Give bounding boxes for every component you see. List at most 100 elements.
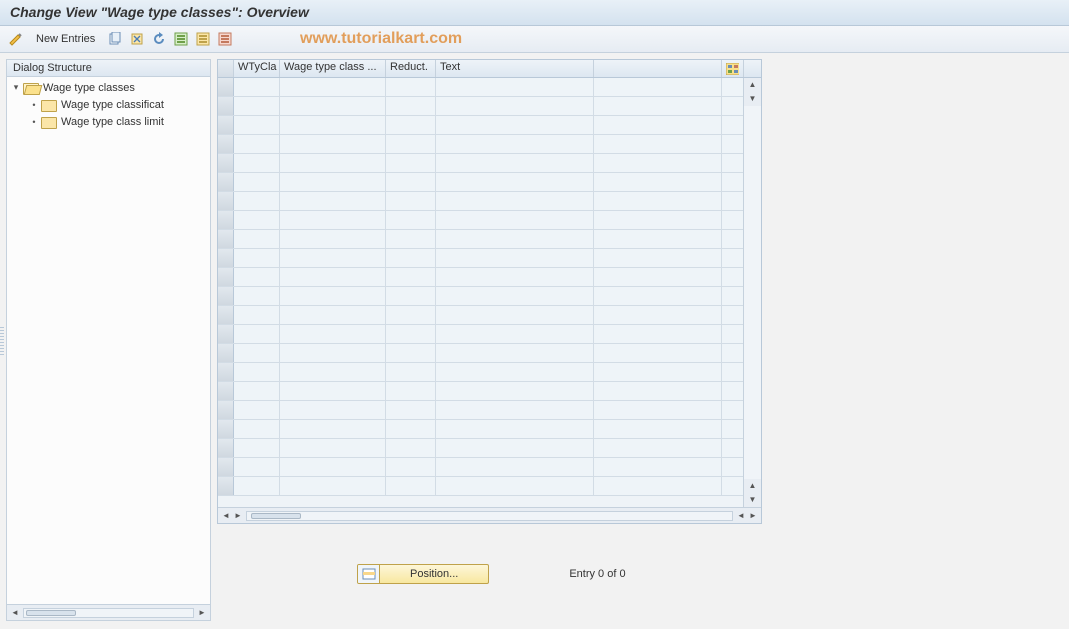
cell[interactable] — [436, 230, 594, 248]
column-header-wage-type-class[interactable]: Wage type class ... — [280, 60, 386, 77]
cell[interactable] — [386, 192, 436, 210]
cell[interactable] — [594, 78, 722, 96]
cell[interactable] — [594, 268, 722, 286]
cell[interactable] — [280, 306, 386, 324]
cell[interactable] — [280, 78, 386, 96]
cell[interactable] — [436, 363, 594, 381]
row-selector[interactable] — [218, 211, 234, 229]
row-selector[interactable] — [218, 173, 234, 191]
tree-node-wage-type-class-limit[interactable]: • Wage type class limit — [7, 113, 210, 130]
cell[interactable] — [386, 268, 436, 286]
row-selector[interactable] — [218, 154, 234, 172]
cell[interactable] — [234, 458, 280, 476]
cell[interactable] — [386, 287, 436, 305]
splitter-handle[interactable] — [0, 55, 4, 629]
cell[interactable] — [436, 439, 594, 457]
cell[interactable] — [280, 135, 386, 153]
cell[interactable] — [280, 287, 386, 305]
cell[interactable] — [386, 363, 436, 381]
table-row[interactable] — [218, 173, 761, 192]
cell[interactable] — [594, 192, 722, 210]
cell[interactable] — [594, 306, 722, 324]
cell[interactable] — [386, 344, 436, 362]
toggle-display-change-icon[interactable] — [6, 29, 26, 49]
row-selector[interactable] — [218, 401, 234, 419]
cell[interactable] — [280, 173, 386, 191]
cell[interactable] — [594, 287, 722, 305]
cell[interactable] — [386, 420, 436, 438]
table-row[interactable] — [218, 363, 761, 382]
scroll-right-end-icon[interactable]: ► — [747, 510, 759, 522]
cell[interactable] — [280, 325, 386, 343]
cell[interactable] — [594, 477, 722, 495]
table-row[interactable] — [218, 135, 761, 154]
scroll-down-end-icon[interactable]: ▼ — [744, 493, 761, 507]
cell[interactable] — [280, 401, 386, 419]
cell[interactable] — [280, 97, 386, 115]
scroll-down-icon[interactable]: ▼ — [744, 92, 761, 106]
cell[interactable] — [386, 154, 436, 172]
cell[interactable] — [594, 211, 722, 229]
cell[interactable] — [280, 211, 386, 229]
table-config-icon[interactable] — [722, 60, 744, 77]
tree-node-wage-type-classificat[interactable]: • Wage type classificat — [7, 96, 210, 113]
cell[interactable] — [386, 211, 436, 229]
cell[interactable] — [234, 154, 280, 172]
cell[interactable] — [234, 382, 280, 400]
table-row[interactable] — [218, 154, 761, 173]
row-selector[interactable] — [218, 268, 234, 286]
cell[interactable] — [234, 477, 280, 495]
row-selector[interactable] — [218, 325, 234, 343]
table-row[interactable] — [218, 439, 761, 458]
scroll-left-end-icon[interactable]: ◄ — [735, 510, 747, 522]
row-selector[interactable] — [218, 458, 234, 476]
cell[interactable] — [280, 116, 386, 134]
scroll-right-icon[interactable]: ► — [232, 510, 244, 522]
cell[interactable] — [436, 344, 594, 362]
row-selector[interactable] — [218, 192, 234, 210]
cell[interactable] — [436, 116, 594, 134]
row-selector[interactable] — [218, 230, 234, 248]
delete-icon[interactable] — [127, 29, 147, 49]
cell[interactable] — [234, 230, 280, 248]
cell[interactable] — [436, 306, 594, 324]
column-header-wtycla[interactable]: WTyCla — [234, 60, 280, 77]
cell[interactable] — [280, 363, 386, 381]
scroll-thumb[interactable] — [26, 610, 76, 616]
cell[interactable] — [234, 78, 280, 96]
scroll-up-end-icon[interactable]: ▲ — [744, 479, 761, 493]
cell[interactable] — [386, 477, 436, 495]
scroll-up-icon[interactable]: ▲ — [744, 78, 761, 92]
cell[interactable] — [436, 173, 594, 191]
row-selector[interactable] — [218, 78, 234, 96]
table-row[interactable] — [218, 458, 761, 477]
cell[interactable] — [386, 401, 436, 419]
cell[interactable] — [386, 230, 436, 248]
cell[interactable] — [436, 477, 594, 495]
table-row[interactable] — [218, 97, 761, 116]
cell[interactable] — [280, 458, 386, 476]
table-row[interactable] — [218, 287, 761, 306]
cell[interactable] — [280, 344, 386, 362]
select-block-icon[interactable] — [193, 29, 213, 49]
row-selector[interactable] — [218, 97, 234, 115]
row-selector-header[interactable] — [218, 60, 234, 77]
cell[interactable] — [234, 287, 280, 305]
cell[interactable] — [594, 154, 722, 172]
table-row[interactable] — [218, 477, 761, 496]
deselect-all-icon[interactable] — [215, 29, 235, 49]
copy-icon[interactable] — [105, 29, 125, 49]
row-selector[interactable] — [218, 420, 234, 438]
position-button[interactable]: Position... — [357, 564, 489, 584]
table-row[interactable] — [218, 78, 761, 97]
cell[interactable] — [386, 439, 436, 457]
cell[interactable] — [234, 420, 280, 438]
cell[interactable] — [234, 97, 280, 115]
cell[interactable] — [280, 420, 386, 438]
cell[interactable] — [386, 135, 436, 153]
table-row[interactable] — [218, 344, 761, 363]
cell[interactable] — [594, 97, 722, 115]
row-selector[interactable] — [218, 135, 234, 153]
table-row[interactable] — [218, 268, 761, 287]
scroll-thumb[interactable] — [251, 513, 301, 519]
